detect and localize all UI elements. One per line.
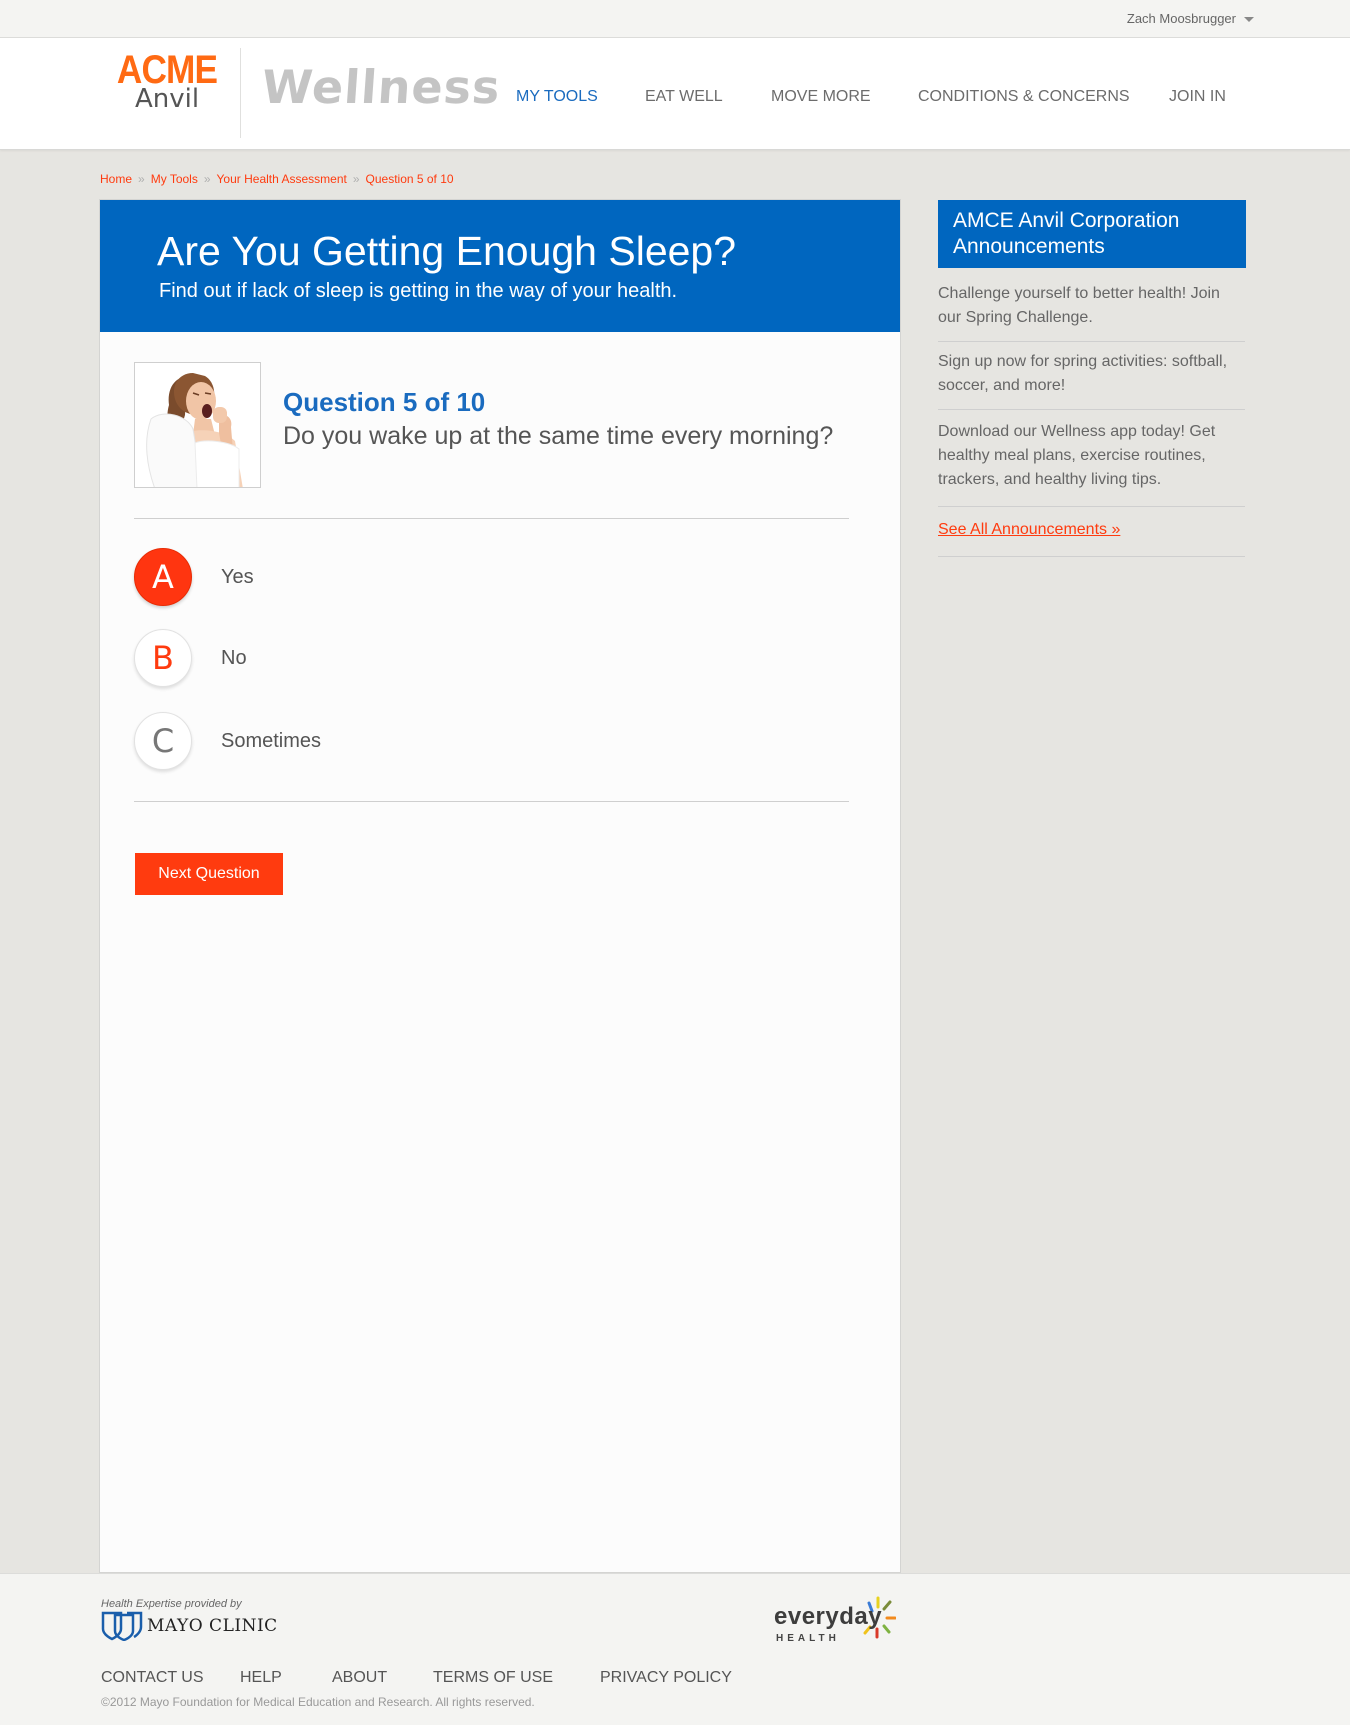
footer-links: CONTACT US HELP ABOUT TERMS OF USE PRIVA… <box>101 1669 801 1689</box>
announcements-heading-line1: AMCE Anvil Corporation <box>953 209 1180 232</box>
see-all-announcements-link[interactable]: See All Announcements » <box>938 521 1120 539</box>
nav-move-more[interactable]: MOVE MORE <box>771 88 871 106</box>
mayo-clinic-logo[interactable]: Health Expertise provided by MAYO CLINIC <box>101 1598 278 1641</box>
answer-b-label: No <box>221 646 247 669</box>
announcement-divider <box>938 556 1245 557</box>
everyday-health-logo[interactable]: everyday HEALTH <box>774 1589 896 1647</box>
announcements-heading: AMCE Anvil Corporation Announcements <box>938 200 1246 268</box>
logo-brand-top: ACME <box>116 48 218 92</box>
site-header: ACME Anvil Wellness MY TOOLS EAT WELL MO… <box>0 38 1350 150</box>
answer-option-c[interactable]: C Sometimes <box>134 712 321 770</box>
assessment-hero: Are You Getting Enough Sleep? Find out i… <box>100 200 900 332</box>
next-question-button[interactable]: Next Question <box>135 853 283 895</box>
nav-join-in[interactable]: JOIN IN <box>1169 88 1226 106</box>
yawning-woman-image <box>134 362 261 488</box>
page-subtitle: Find out if lack of sleep is getting in … <box>159 280 678 302</box>
announcement-divider <box>938 506 1245 507</box>
mayo-tagline: Health Expertise provided by <box>101 1598 242 1610</box>
announcement-divider <box>938 409 1245 410</box>
everyday-subtitle: HEALTH <box>776 1633 840 1644</box>
footer-link-terms[interactable]: TERMS OF USE <box>433 1669 553 1687</box>
announcement-item[interactable]: Download our Wellness app today! Get hea… <box>938 420 1245 492</box>
site-footer: Health Expertise provided by MAYO CLINIC… <box>0 1573 1350 1725</box>
user-bar: Zach Moosbrugger <box>0 0 1350 38</box>
answer-c-radio[interactable]: C <box>134 712 192 770</box>
announcements-heading-line2: Announcements <box>953 235 1105 258</box>
breadcrumb-separator: » <box>352 172 360 186</box>
nav-my-tools[interactable]: MY TOOLS <box>516 88 598 106</box>
answer-a-label: Yes <box>221 565 254 588</box>
everyday-wordmark: everyday <box>774 1603 883 1630</box>
announcement-divider <box>938 341 1245 342</box>
main-nav: MY TOOLS EAT WELL MOVE MORE CONDITIONS &… <box>0 88 1350 108</box>
breadcrumb-separator: » <box>203 172 211 186</box>
yawning-woman-illustration <box>135 363 260 487</box>
divider <box>134 518 849 519</box>
footer-link-about[interactable]: ABOUT <box>332 1669 387 1687</box>
answer-c-label: Sometimes <box>221 729 322 752</box>
footer-link-contact[interactable]: CONTACT US <box>101 1669 204 1687</box>
chevron-down-icon <box>1244 17 1254 22</box>
assessment-card: Are You Getting Enough Sleep? Find out i… <box>99 199 901 1573</box>
answer-option-a[interactable]: A Yes <box>134 548 254 606</box>
user-name: Zach Moosbrugger <box>1126 11 1236 26</box>
question-text: Do you wake up at the same time every mo… <box>283 422 834 450</box>
breadcrumb-current[interactable]: Question 5 of 10 <box>366 172 454 186</box>
answer-a-radio[interactable]: A <box>134 548 192 606</box>
breadcrumb-my-tools[interactable]: My Tools <box>151 172 198 186</box>
breadcrumb-separator: » <box>138 172 145 186</box>
announcement-item[interactable]: Challenge yourself to better health! Joi… <box>938 282 1245 330</box>
nav-eat-well[interactable]: EAT WELL <box>645 88 723 106</box>
footer-link-help[interactable]: HELP <box>240 1669 282 1687</box>
breadcrumb: Home » My Tools » Your Health Assessment… <box>100 172 454 186</box>
divider <box>134 801 849 802</box>
copyright-text: ©2012 Mayo Foundation for Medical Educat… <box>101 1695 535 1709</box>
nav-conditions-concerns[interactable]: CONDITIONS & CONCERNS <box>918 88 1130 106</box>
answer-option-b[interactable]: B No <box>134 629 247 687</box>
breadcrumb-home[interactable]: Home <box>100 172 132 186</box>
answer-b-radio[interactable]: B <box>134 629 192 687</box>
page-title: Are You Getting Enough Sleep? <box>157 228 737 274</box>
announcement-item[interactable]: Sign up now for spring activities: softb… <box>938 350 1245 398</box>
user-menu[interactable]: Zach Moosbrugger <box>1127 11 1254 26</box>
breadcrumb-health-assessment[interactable]: Your Health Assessment <box>217 172 347 186</box>
question-number: Question 5 of 10 <box>283 387 486 417</box>
mayo-name: MAYO CLINIC <box>147 1616 278 1636</box>
footer-link-privacy[interactable]: PRIVACY POLICY <box>600 1669 732 1687</box>
mayo-shield-icon <box>101 1611 143 1641</box>
